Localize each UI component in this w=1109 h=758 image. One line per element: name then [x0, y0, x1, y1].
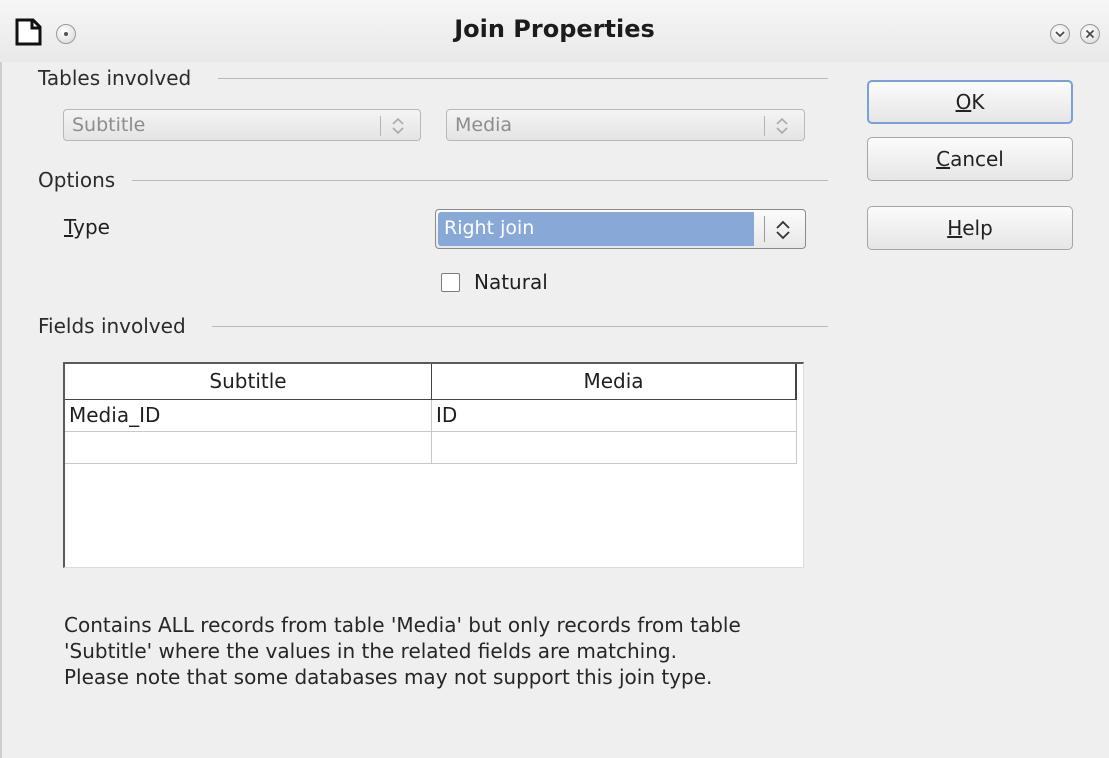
description-line: Please note that some databases may not …	[64, 665, 713, 689]
spin-arrows-icon[interactable]	[775, 219, 791, 241]
table-cell[interactable]: Media_ID	[65, 400, 432, 432]
table-cell[interactable]	[65, 432, 432, 464]
table-cell[interactable]: ID	[432, 400, 797, 432]
fields-table[interactable]: Subtitle Media Media_ID ID	[63, 362, 804, 568]
cancel-rest: ancel	[950, 147, 1004, 171]
table-cell[interactable]	[432, 432, 797, 464]
join-type-select[interactable]: Right join	[435, 209, 806, 249]
join-description: Contains ALL records from table 'Media' …	[64, 612, 741, 690]
tables-involved-divider	[218, 78, 828, 79]
ok-button[interactable]: OK	[867, 80, 1073, 124]
spin-arrows-icon	[392, 117, 404, 135]
ok-rest: K	[971, 90, 985, 114]
chevron-down-icon[interactable]	[1050, 24, 1070, 44]
options-label: Options	[38, 168, 116, 192]
type-label-mnemonic: T	[64, 215, 74, 239]
left-table-select: Subtitle	[63, 109, 421, 141]
fields-involved-label: Fields involved	[38, 314, 186, 338]
help-button[interactable]: Help	[867, 206, 1073, 250]
right-table-value: Media	[455, 114, 513, 136]
select-separator	[764, 116, 765, 136]
help-rest: elp	[962, 216, 993, 240]
select-separator	[380, 116, 381, 136]
ok-mnemonic: O	[955, 90, 972, 114]
window-left-border	[0, 62, 2, 758]
description-line: Contains ALL records from table 'Media' …	[64, 613, 741, 637]
options-divider	[132, 180, 828, 181]
tables-involved-label: Tables involved	[38, 66, 192, 90]
title-bar: Join Properties	[0, 0, 1109, 62]
type-label: Type	[64, 215, 110, 239]
select-separator	[764, 216, 765, 242]
left-table-value: Subtitle	[72, 114, 146, 136]
spin-arrows-icon	[776, 117, 788, 135]
cancel-mnemonic: C	[936, 147, 951, 171]
column-header-right[interactable]: Media	[432, 364, 797, 400]
window-title: Join Properties	[454, 15, 655, 43]
cancel-button[interactable]: Cancel	[867, 137, 1073, 181]
type-label-rest: ype	[73, 215, 110, 239]
natural-checkbox[interactable]	[441, 273, 460, 292]
help-mnemonic: H	[947, 216, 963, 240]
right-table-select: Media	[446, 109, 805, 141]
close-icon[interactable]	[1080, 24, 1100, 44]
join-type-value: Right join	[444, 217, 535, 239]
natural-label[interactable]: Natural	[474, 270, 548, 294]
description-line: 'Subtitle' where the values in the relat…	[64, 639, 677, 663]
column-header-left[interactable]: Subtitle	[65, 364, 432, 400]
fields-involved-divider	[212, 326, 828, 327]
